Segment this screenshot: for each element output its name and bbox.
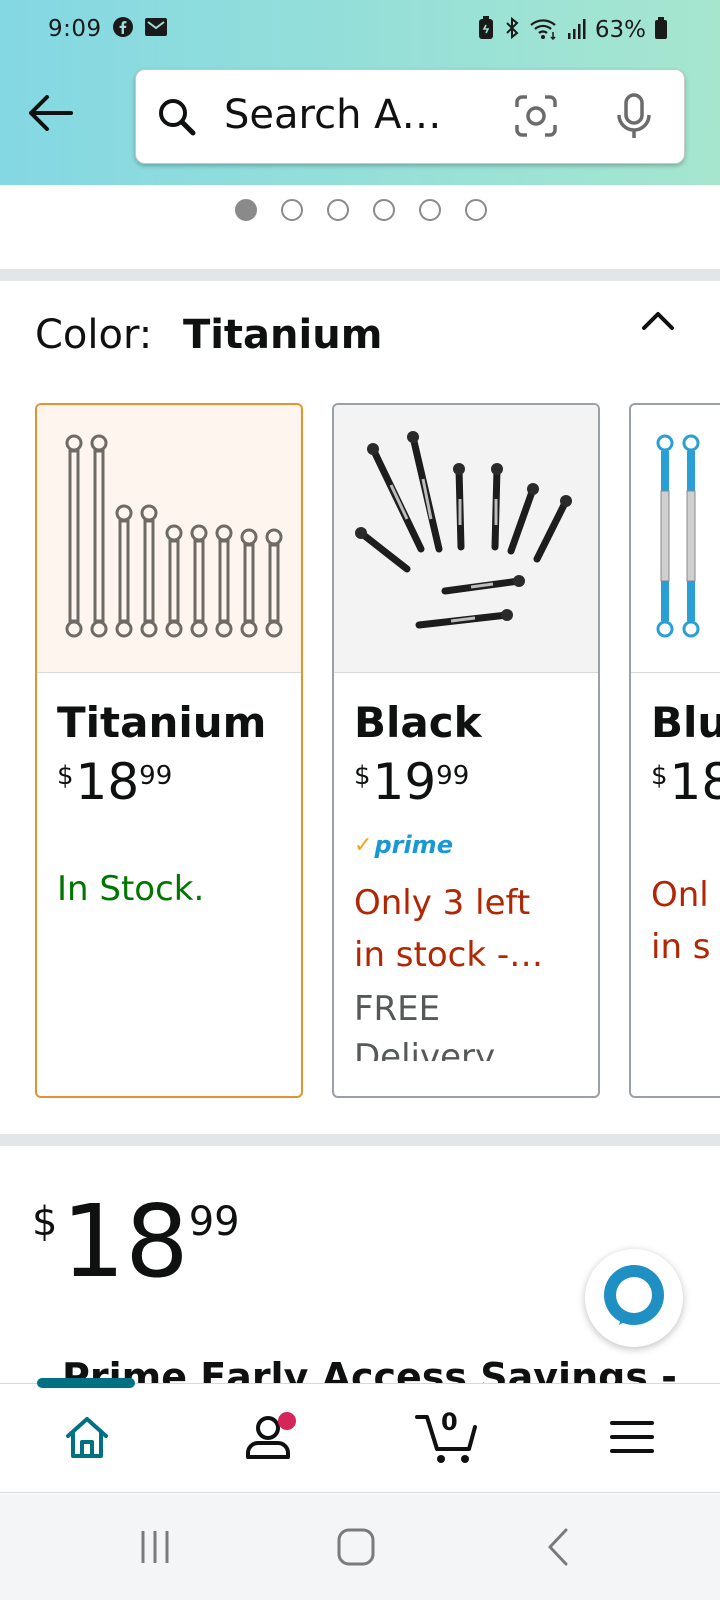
recent-apps-icon — [137, 1529, 173, 1569]
product-price: $ 18 99 — [32, 1192, 240, 1292]
availability-text: Onl in s — [651, 869, 720, 973]
battery-percent: 63% — [594, 17, 646, 43]
price-fraction: 99 — [188, 1199, 240, 1245]
shipping-text: FREE — [354, 989, 441, 1029]
color-option-name: Blu — [651, 698, 720, 747]
notification-dot — [278, 1412, 296, 1430]
price-fraction: 99 — [436, 761, 470, 791]
product-image-titanium — [37, 405, 301, 673]
price-symbol: $ — [57, 761, 74, 791]
carousel-dot[interactable] — [235, 199, 257, 221]
status-time: 9:09 — [48, 16, 102, 42]
app-header: 9:09 63% Search A… — [0, 0, 720, 185]
deal-banner-text: Prime Early Access Savings - — [62, 1355, 677, 1384]
color-option-price: $ 18 99 — [57, 757, 281, 807]
prime-logo: prime — [374, 831, 453, 859]
home-system-button[interactable] — [326, 1524, 386, 1574]
availability-line: in stock -… — [354, 935, 544, 975]
color-option-name: Titanium — [57, 698, 267, 747]
price-fraction: 99 — [139, 761, 173, 791]
carousel-dot[interactable] — [419, 199, 441, 221]
nav-account[interactable] — [228, 1406, 308, 1472]
microphone-icon[interactable] — [614, 92, 654, 144]
color-option-price: $ 19 99 — [354, 757, 578, 807]
product-image-black — [334, 405, 598, 673]
system-navigation-bar — [0, 1494, 720, 1600]
nav-cart[interactable]: 0 — [408, 1406, 488, 1472]
carousel-dot[interactable] — [281, 199, 303, 221]
active-tab-indicator — [37, 1378, 135, 1388]
nav-menu[interactable] — [592, 1406, 672, 1472]
menu-icon — [610, 1419, 654, 1459]
price-symbol: $ — [651, 761, 668, 791]
battery-saver-icon — [477, 16, 495, 44]
carousel-dot[interactable] — [373, 199, 395, 221]
assistant-chat-button[interactable] — [585, 1249, 683, 1347]
search-icon — [156, 96, 198, 142]
image-carousel-dots[interactable] — [235, 199, 487, 221]
status-bar: 9:09 63% — [0, 0, 720, 60]
search-input[interactable]: Search A… — [135, 69, 685, 164]
color-option-black[interactable]: Black $ 19 99 ✓ prime Only 3 left in sto… — [332, 403, 600, 1098]
price-whole: 19 — [372, 753, 437, 811]
back-button[interactable] — [24, 93, 76, 137]
nav-home[interactable] — [47, 1406, 127, 1472]
battery-icon — [654, 16, 668, 44]
availability-text: In Stock. — [57, 869, 205, 909]
cart-count: 0 — [441, 1408, 458, 1436]
price-symbol: $ — [354, 761, 371, 791]
chat-bubble-icon — [599, 1261, 669, 1335]
section-divider — [0, 269, 720, 281]
prime-badge: ✓ prime — [354, 831, 578, 859]
prime-check-icon: ✓ — [354, 832, 373, 858]
color-option-titanium[interactable]: Titanium $ 18 99 In Stock. — [35, 403, 303, 1098]
color-label: Color: — [35, 312, 153, 358]
color-option-details: Black $ 19 99 ✓ prime Only 3 left in sto… — [334, 673, 598, 1061]
gmail-icon — [144, 16, 168, 42]
bluetooth-icon — [503, 16, 521, 44]
price-whole: 18 — [61, 1183, 189, 1300]
selected-color-value: Titanium — [182, 312, 383, 358]
color-options-carousel[interactable]: Titanium $ 18 99 In Stock. Black $ 19 99… — [35, 403, 720, 1103]
status-right: 63% — [477, 16, 668, 44]
color-label-row: Color: Titanium — [35, 312, 382, 358]
back-arrow-icon — [27, 95, 73, 135]
price-whole: 18 — [75, 753, 140, 811]
availability-text: Only 3 left in stock -… — [354, 877, 584, 981]
carousel-dot[interactable] — [465, 199, 487, 221]
price-whole: 18 — [669, 753, 720, 811]
recent-apps-button[interactable] — [125, 1524, 185, 1574]
home-icon — [63, 1414, 111, 1464]
color-option-name: Black — [354, 698, 482, 747]
color-option-blue[interactable]: Blu $ 18 Onl in s — [629, 403, 720, 1098]
availability-line: Only 3 left — [354, 883, 531, 923]
wifi-icon — [529, 16, 559, 44]
availability-line: Onl — [651, 875, 709, 915]
facebook-icon — [112, 16, 134, 42]
price-symbol: $ — [32, 1199, 58, 1245]
color-option-details: Titanium $ 18 99 In Stock. — [37, 673, 301, 909]
bottom-navigation: 0 — [0, 1378, 720, 1493]
status-left: 9:09 — [48, 16, 168, 42]
color-option-price: $ 18 — [651, 757, 720, 807]
availability-line: in s — [651, 927, 711, 967]
chevron-left-icon — [546, 1528, 570, 1570]
camera-lens-icon[interactable] — [514, 94, 558, 142]
carousel-dot[interactable] — [327, 199, 349, 221]
color-option-details: Blu $ 18 Onl in s — [631, 673, 720, 973]
shipping-text: Delivery — [354, 1037, 496, 1061]
section-divider — [0, 1134, 720, 1146]
system-back-button[interactable] — [528, 1524, 588, 1574]
home-square-icon — [337, 1528, 375, 1570]
product-image-blue — [631, 405, 720, 673]
chevron-up-icon[interactable] — [638, 304, 678, 342]
signal-icon — [567, 17, 587, 43]
search-query-text: Search A… — [224, 92, 442, 138]
